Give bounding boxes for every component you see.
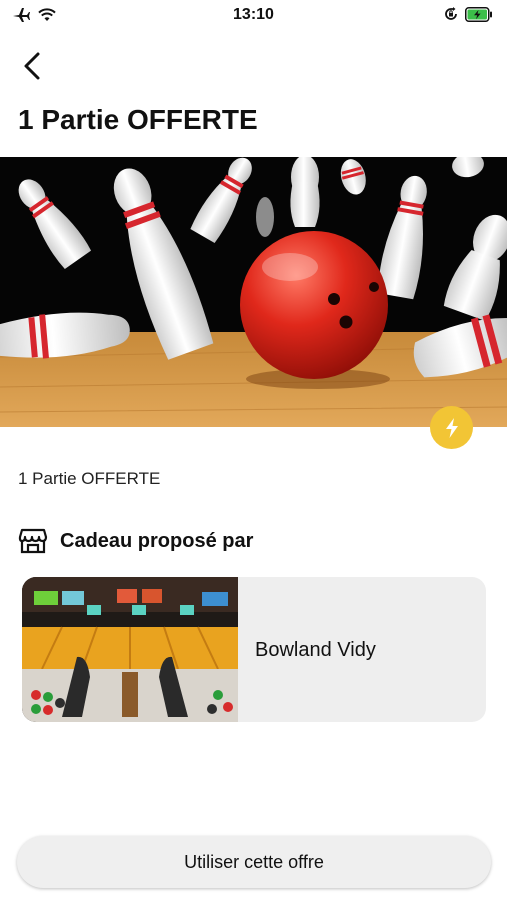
status-bar: 13:10	[0, 0, 507, 30]
page-title: 1 Partie OFFERTE	[18, 104, 258, 135]
orientation-lock-icon	[445, 7, 457, 20]
battery-charging-icon	[465, 6, 492, 22]
provider-card[interactable]: Bowland Vidy	[22, 577, 486, 722]
provider-image	[22, 577, 238, 722]
offer-hero-image	[0, 157, 507, 427]
provider-name: Bowland Vidy	[255, 639, 376, 661]
flash-offer-badge[interactable]	[430, 406, 473, 449]
lightning-icon	[445, 417, 458, 438]
status-time: 13:10	[233, 6, 274, 23]
store-icon	[18, 528, 48, 554]
provider-section-header: Cadeau proposé par	[18, 528, 253, 554]
offer-description: 1 Partie OFFERTE	[18, 469, 161, 488]
use-offer-button[interactable]: Utiliser cette offre	[17, 836, 491, 888]
back-button[interactable]	[14, 48, 50, 84]
chevron-left-icon	[24, 52, 40, 80]
provider-section-title: Cadeau proposé par	[60, 529, 254, 552]
status-right	[443, 6, 493, 22]
